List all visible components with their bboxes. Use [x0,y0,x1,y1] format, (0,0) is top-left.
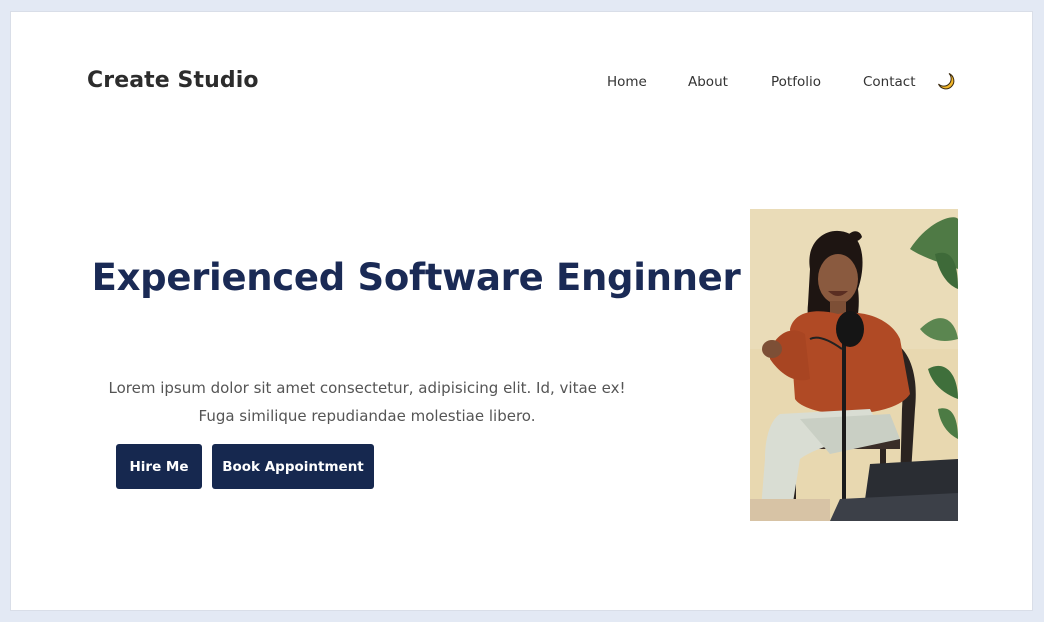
hero-headline: Experienced Software Enginner [91,256,741,299]
hero-description-line-2: Fuga similique repudiandae molestiae lib… [198,407,536,425]
hero-description-line-1: Lorem ipsum dolor sit amet consectetur, … [108,379,626,397]
nav-link-portfolio[interactable]: Potfolio [771,74,821,90]
podcaster-photo [750,209,958,521]
nav-link-contact[interactable]: Contact [863,74,916,90]
page-card: Create Studio Home About Potfolio Contac… [10,11,1033,611]
moon-icon[interactable] [936,71,956,91]
book-appointment-button[interactable]: Book Appointment [212,444,374,489]
nav-link-home[interactable]: Home [607,74,647,90]
main-nav: Home About Potfolio Contact [11,74,1032,94]
hero-description: Lorem ipsum dolor sit amet consectetur, … [107,374,627,430]
nav-link-about[interactable]: About [688,74,728,90]
hire-me-button[interactable]: Hire Me [116,444,202,489]
